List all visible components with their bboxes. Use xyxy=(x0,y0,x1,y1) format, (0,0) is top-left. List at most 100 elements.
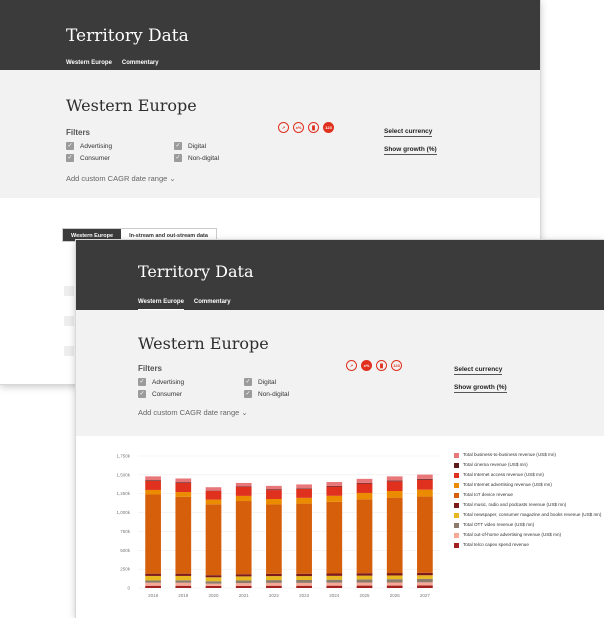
bar-segment[interactable] xyxy=(266,580,282,583)
bar-chart-icon[interactable]: ▐▌ xyxy=(308,122,319,133)
bar-segment[interactable] xyxy=(417,572,433,576)
bar-segment[interactable] xyxy=(205,499,222,505)
bar-segment[interactable] xyxy=(386,579,403,583)
bar-segment[interactable] xyxy=(386,585,403,588)
bar-segment[interactable] xyxy=(175,482,192,484)
checkbox-digital[interactable]: ✓ Digital xyxy=(244,378,276,386)
checkbox-non-digital[interactable]: ✓ Non-digital xyxy=(244,390,289,398)
checkbox-advertising[interactable]: ✓ Advertising xyxy=(138,378,184,386)
legend-item[interactable]: Total IoT device revenue xyxy=(454,492,604,498)
growth-icon[interactable]: x% xyxy=(361,360,372,371)
bar-segment[interactable] xyxy=(235,580,252,584)
checkbox-consumer[interactable]: ✓ Consumer xyxy=(66,154,110,162)
bar-segment[interactable] xyxy=(356,575,373,580)
bar-segment[interactable] xyxy=(356,478,373,483)
line-chart-icon[interactable]: ↗ xyxy=(346,360,357,371)
bar-segment[interactable] xyxy=(235,583,252,586)
bar-segment[interactable] xyxy=(205,575,222,578)
bar-segment[interactable] xyxy=(326,486,343,496)
cagr-date-range-toggle[interactable]: Add custom CAGR date range ⌄ xyxy=(66,174,176,183)
bar-segment[interactable] xyxy=(175,582,192,586)
bar-segment[interactable] xyxy=(296,488,312,498)
show-growth-link[interactable]: Show growth (%) xyxy=(384,146,437,155)
bar-segment[interactable] xyxy=(417,478,433,480)
bar-segment[interactable] xyxy=(205,490,222,500)
legend-item[interactable]: Total Internet access revenue (US$ mn) xyxy=(454,472,604,478)
legend-item[interactable]: Total OTT video revenue (US$ mn) xyxy=(454,522,604,528)
bar-segment[interactable] xyxy=(356,582,373,586)
bar-segment[interactable] xyxy=(266,576,282,581)
bar-segment[interactable] xyxy=(386,575,403,580)
bar-segment[interactable] xyxy=(296,576,312,581)
bar-segment[interactable] xyxy=(356,482,373,484)
bar-segment[interactable] xyxy=(296,585,312,588)
bar-segment[interactable] xyxy=(205,583,222,586)
bar-segment[interactable] xyxy=(266,585,282,588)
table-icon[interactable]: 123 xyxy=(323,122,334,133)
bar-segment[interactable] xyxy=(145,480,161,490)
bar-segment[interactable] xyxy=(296,503,312,574)
bar-segment[interactable] xyxy=(205,581,222,584)
bar-segment[interactable] xyxy=(417,496,433,573)
legend-item[interactable]: Total business-to-business revenue (US$ … xyxy=(454,452,604,458)
bar-segment[interactable] xyxy=(417,479,433,490)
bar-segment[interactable] xyxy=(356,573,373,576)
bar-segment[interactable] xyxy=(326,501,343,574)
bar-segment[interactable] xyxy=(205,585,222,588)
bar-segment[interactable] xyxy=(145,585,161,588)
cagr-date-range-toggle[interactable]: Add custom CAGR date range ⌄ xyxy=(138,408,248,417)
bar-segment[interactable] xyxy=(296,484,312,489)
bar-segment[interactable] xyxy=(235,495,252,502)
legend-item[interactable]: Total music, radio and podcasts revenue … xyxy=(454,502,604,508)
bar-segment[interactable] xyxy=(266,485,282,490)
bar-segment[interactable] xyxy=(417,474,433,479)
bar-segment[interactable] xyxy=(326,485,343,487)
legend-item[interactable]: Total telco capex spend revenue xyxy=(454,542,604,548)
bar-segment[interactable] xyxy=(326,579,343,583)
bar-segment[interactable] xyxy=(326,582,343,586)
bar-segment[interactable] xyxy=(175,492,192,497)
checkbox-non-digital[interactable]: ✓ Non-digital xyxy=(174,154,219,162)
bar-segment[interactable] xyxy=(386,582,403,586)
bar-segment[interactable] xyxy=(296,497,312,504)
bar-segment[interactable] xyxy=(326,482,343,486)
bar-segment[interactable] xyxy=(175,573,192,576)
bar-segment[interactable] xyxy=(145,494,161,574)
checkbox-digital[interactable]: ✓ Digital xyxy=(174,142,206,150)
line-chart-icon[interactable]: ↗ xyxy=(278,122,289,133)
legend-item[interactable]: Total cinema revenue (US$ mn) xyxy=(454,462,604,468)
bar-segment[interactable] xyxy=(296,582,312,586)
bar-segment[interactable] xyxy=(145,575,161,581)
legend-item[interactable]: Total newspaper, consumer magazine and b… xyxy=(454,512,604,518)
bar-segment[interactable] xyxy=(356,579,373,583)
bar-segment[interactable] xyxy=(417,578,433,583)
bar-segment[interactable] xyxy=(235,576,252,581)
bar-segment[interactable] xyxy=(175,585,192,588)
checkbox-advertising[interactable]: ✓ Advertising xyxy=(66,142,112,150)
bar-segment[interactable] xyxy=(386,490,403,498)
bar-segment[interactable] xyxy=(266,498,282,505)
bar-segment[interactable] xyxy=(205,577,222,582)
bar-segment[interactable] xyxy=(356,499,373,574)
legend-item[interactable]: Total Internet advertising revenue (US$ … xyxy=(454,482,604,488)
bar-segment[interactable] xyxy=(145,476,161,481)
bar-segment[interactable] xyxy=(235,585,252,588)
bar-segment[interactable] xyxy=(266,582,282,586)
bar-segment[interactable] xyxy=(356,585,373,588)
bar-segment[interactable] xyxy=(326,495,343,502)
bar-segment[interactable] xyxy=(145,573,161,576)
bar-segment[interactable] xyxy=(417,489,433,497)
bar-segment[interactable] xyxy=(266,489,282,491)
bar-segment[interactable] xyxy=(145,480,161,481)
bar-segment[interactable] xyxy=(266,573,282,577)
bar-segment[interactable] xyxy=(386,476,403,481)
bar-segment[interactable] xyxy=(175,496,192,574)
bar-segment[interactable] xyxy=(356,483,373,493)
bar-segment[interactable] xyxy=(296,573,312,577)
bar-segment[interactable] xyxy=(386,480,403,482)
bar-segment[interactable] xyxy=(417,582,433,586)
bar-chart-icon[interactable]: ▐▌ xyxy=(376,360,387,371)
bar-segment[interactable] xyxy=(145,489,161,495)
bar-segment[interactable] xyxy=(296,488,312,489)
bar-segment[interactable] xyxy=(417,585,433,588)
